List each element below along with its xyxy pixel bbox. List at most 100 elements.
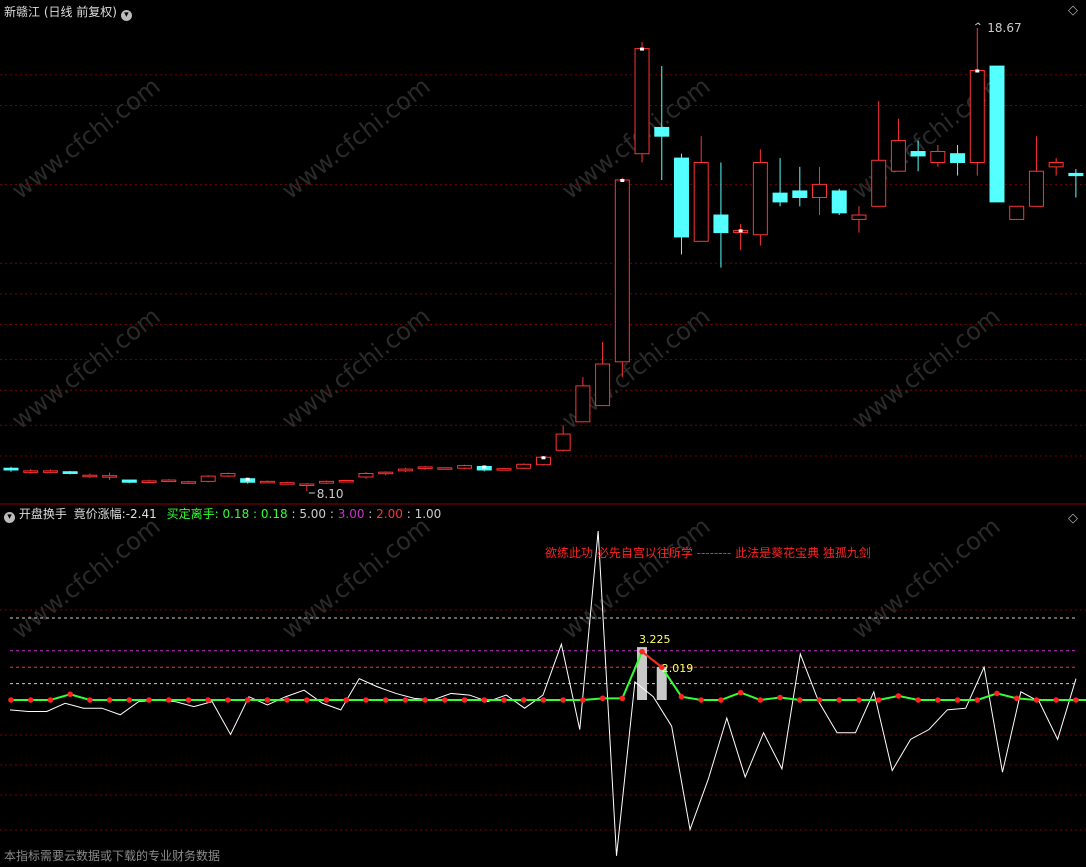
candle-body-up <box>42 470 58 473</box>
candle-body-up <box>259 480 275 484</box>
candle-body-up <box>220 472 236 477</box>
candle-body-up <box>555 433 571 451</box>
watermark-text: www.cfchi.com <box>276 512 435 645</box>
series-point <box>994 690 1000 697</box>
param-1-value: -2.41 <box>125 507 157 521</box>
price-tick <box>482 465 487 469</box>
main-chart-header: 新赣江 (日线 前复权) ▾ <box>4 4 132 21</box>
series-point <box>304 697 310 703</box>
series-point <box>599 695 606 702</box>
param-separator: : <box>291 507 296 521</box>
candle-body-up <box>969 69 985 163</box>
series-point <box>422 697 428 703</box>
candle-body-up <box>437 467 453 470</box>
watermark-text: www.cfchi.com <box>846 302 1005 435</box>
series-point <box>698 697 704 703</box>
candle-body-down <box>673 157 689 238</box>
candle-body-up <box>575 385 591 423</box>
candle-body-down <box>989 65 1005 203</box>
series-point <box>343 697 350 703</box>
series-point <box>442 697 448 703</box>
param-1-label: 竟价涨幅: <box>73 507 126 521</box>
candle-body-down <box>792 190 808 199</box>
diamond-icon[interactable]: ◇ <box>1068 3 1078 19</box>
watermark-text: www.cfchi.com <box>276 302 435 435</box>
param-separator: : <box>406 507 411 521</box>
candle-body-up <box>871 159 887 207</box>
price-tick <box>640 47 645 51</box>
candle-body-up <box>851 214 867 220</box>
candle-body-up <box>1028 170 1044 207</box>
series-point <box>560 697 566 703</box>
series-point <box>678 693 685 700</box>
candle-body-up <box>102 475 118 478</box>
diamond-icon-sub[interactable]: ◇ <box>1068 511 1078 527</box>
price-tick <box>245 477 250 481</box>
watermark-text: www.cfchi.com <box>846 512 1005 645</box>
series-point <box>639 648 645 655</box>
series-point <box>402 697 409 703</box>
series-point <box>540 697 547 703</box>
candle-body-up <box>930 151 946 163</box>
series-point <box>1013 695 1020 702</box>
candlestick-series: 18.67 8.10 <box>3 21 1084 501</box>
price-tick <box>541 456 546 460</box>
series-point <box>895 693 902 699</box>
candle-body-up <box>496 468 512 471</box>
candle-body-down <box>1068 172 1084 177</box>
series-point <box>146 697 152 703</box>
series-point <box>185 697 192 703</box>
price-tick <box>975 69 980 73</box>
sub-chart-title: 开盘换手 <box>18 507 67 521</box>
candle-body-up <box>634 48 650 155</box>
param-2-value: 1.00 <box>414 507 442 521</box>
series-point <box>915 697 921 703</box>
series-point <box>165 697 172 703</box>
high-price-label: 18.67 <box>987 21 1021 35</box>
high-marker <box>975 22 981 26</box>
chevron-down-icon[interactable]: ▾ <box>120 10 132 21</box>
series-point <box>619 695 626 702</box>
series-point <box>323 697 330 703</box>
watermark-text: www.cfchi.com <box>556 512 715 645</box>
series-point <box>225 697 231 703</box>
series-point <box>67 691 73 698</box>
param-2-value: 0.18 <box>222 507 250 521</box>
candle-body-up <box>812 183 828 199</box>
series-point <box>954 697 961 703</box>
sub-chart-header: ▾ 开盘换手 竟价涨幅:-2.41 买定离手: 0.18 : 0.18 : 5.… <box>4 506 441 523</box>
series-point <box>875 697 882 703</box>
candle-body-up <box>338 479 354 483</box>
candle-body-up <box>417 466 433 469</box>
param-2-value: 0.18 <box>260 507 288 521</box>
series-point <box>87 697 93 703</box>
series-point <box>47 697 54 703</box>
candle-body-up <box>516 463 532 469</box>
chevron-down-icon-sub[interactable]: ▾ <box>4 512 15 523</box>
candle-body-down <box>713 214 729 234</box>
candle-body-up <box>358 472 374 478</box>
bar-data-label: 2.019 <box>662 662 694 675</box>
series-point <box>284 697 290 703</box>
series-point <box>501 697 507 703</box>
candle-body-up <box>319 480 335 484</box>
candle-body-up <box>299 483 315 486</box>
candle-body-up <box>1009 205 1025 220</box>
series-point <box>1073 697 1079 703</box>
chart-canvas: www.cfchi.com www.cfchi.com www.cfchi.com w… <box>0 21 1086 856</box>
series-point <box>8 697 14 703</box>
candle-body-up <box>161 479 177 483</box>
candle-body-down <box>62 471 78 474</box>
candle-body-up <box>23 470 39 473</box>
candle-body-up <box>890 140 906 172</box>
main-chart-title: 新赣江 (日线 前复权) <box>4 5 117 19</box>
candle-body-up <box>752 161 768 236</box>
param-separator: : <box>329 507 334 521</box>
candle-body-up <box>614 179 630 363</box>
watermark-text: www.cfchi.com <box>6 512 165 645</box>
candle-body-up <box>82 474 98 478</box>
param-2-value: 2.00 <box>376 507 403 521</box>
series-point <box>718 697 724 703</box>
series-point <box>382 697 389 703</box>
candle-body-up <box>457 465 473 469</box>
